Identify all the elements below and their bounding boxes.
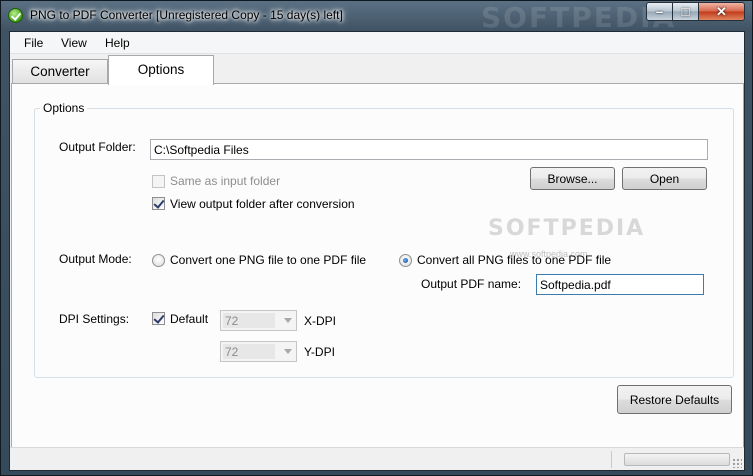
menu-file[interactable]: File <box>24 36 43 50</box>
convert-one-radio[interactable] <box>152 254 165 267</box>
menu-bar: File View Help <box>10 32 744 54</box>
title-bar[interactable]: PNG to PDF Converter [Unregistered Copy … <box>1 1 752 34</box>
maximize-icon: □ <box>681 4 690 19</box>
convert-all-label: Convert all PNG files to one PDF file <box>417 253 612 267</box>
app-window: PNG to PDF Converter [Unregistered Copy … <box>0 0 753 476</box>
x-dpi-label: X-DPI <box>304 314 337 328</box>
restore-defaults-button[interactable]: Restore Defaults <box>617 385 732 414</box>
x-dpi-select[interactable]: 72 <box>220 310 297 331</box>
dpi-default-label: Default <box>170 312 209 326</box>
page-watermark: SOFTPEDIA <box>488 216 646 241</box>
open-button[interactable]: Open <box>622 167 707 190</box>
x-dpi-value: 72 <box>223 313 275 328</box>
output-folder-input[interactable]: C:\Softpedia Files <box>150 139 708 160</box>
menu-view[interactable]: View <box>61 36 87 50</box>
app-icon <box>8 8 23 23</box>
tab-converter[interactable]: Converter <box>12 59 108 83</box>
maximize-button[interactable]: □ <box>672 2 699 21</box>
view-after-conversion-label: View output folder after conversion <box>170 197 355 211</box>
convert-one-label: Convert one PNG file to one PDF file <box>170 253 367 267</box>
close-icon: ✕ <box>716 4 727 19</box>
output-folder-label: Output Folder: <box>59 140 136 154</box>
client-area: File View Help Converter Options Options… <box>9 31 745 471</box>
menu-help[interactable]: Help <box>105 36 130 50</box>
tab-options[interactable]: Options <box>108 55 214 85</box>
minimize-button[interactable]: – <box>646 2 673 21</box>
window-title: PNG to PDF Converter [Unregistered Copy … <box>30 8 343 22</box>
same-as-input-checkbox[interactable] <box>152 175 165 188</box>
convert-all-radio[interactable] <box>399 254 412 267</box>
chevron-down-icon <box>284 318 292 323</box>
chevron-down-icon <box>284 349 292 354</box>
same-as-input-label: Same as input folder <box>170 174 281 188</box>
minimize-icon: – <box>655 4 664 19</box>
output-mode-label: Output Mode: <box>59 252 132 266</box>
y-dpi-select[interactable]: 72 <box>220 341 297 362</box>
options-group-title: Options <box>40 101 88 115</box>
status-bar <box>10 447 744 470</box>
resize-grip-icon[interactable] <box>732 458 742 468</box>
dpi-settings-label: DPI Settings: <box>59 312 130 326</box>
status-separator <box>611 451 612 468</box>
output-pdf-name-input[interactable]: Softpedia.pdf <box>536 274 704 295</box>
browse-button[interactable]: Browse... <box>530 167 615 190</box>
y-dpi-label: Y-DPI <box>304 345 335 359</box>
close-button[interactable]: ✕ <box>698 2 745 21</box>
progress-bar <box>624 453 730 466</box>
dpi-default-checkbox[interactable] <box>152 312 165 325</box>
y-dpi-value: 72 <box>223 344 275 359</box>
options-page: Options SOFTPEDIA www.softpedia.com Outp… <box>11 83 744 459</box>
view-after-conversion-checkbox[interactable] <box>152 197 165 210</box>
output-pdf-name-label: Output PDF name: <box>421 277 522 291</box>
